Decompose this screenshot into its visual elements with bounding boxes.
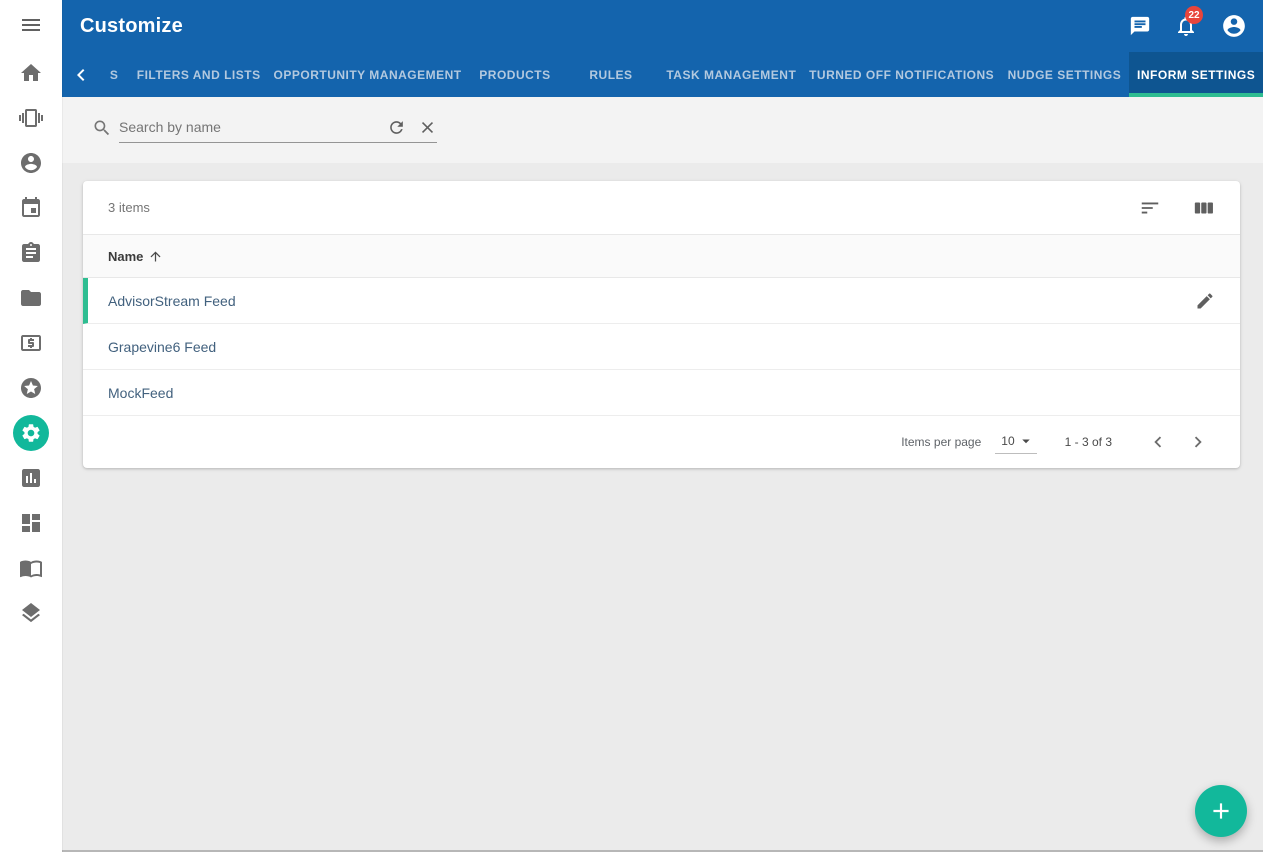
table-header-row: Name (83, 234, 1240, 278)
sidebar-item-library[interactable] (0, 545, 62, 590)
vibration-icon (19, 106, 43, 130)
folder-icon (19, 286, 43, 310)
sidebar-item-tasks[interactable] (0, 230, 62, 275)
search-input[interactable] (119, 119, 375, 135)
items-count: 3 items (108, 200, 150, 215)
items-per-page-label: Items per page (901, 435, 981, 449)
tab-task-management[interactable]: TASK MANAGEMENT (659, 52, 804, 97)
tab-s[interactable]: S (99, 52, 129, 97)
feeds-card: 3 items Name AdvisorStream Feed Grapevin… (83, 181, 1240, 468)
clipboard-icon (19, 241, 43, 265)
table-row[interactable]: AdvisorStream Feed (83, 278, 1240, 324)
dashboard-icon (19, 511, 43, 535)
account-icon (1221, 13, 1247, 39)
table-row[interactable]: Grapevine6 Feed (83, 324, 1240, 370)
paginator: Items per page 10 1 - 3 of 3 (83, 416, 1240, 468)
book-icon (19, 556, 43, 580)
notification-badge: 22 (1185, 6, 1203, 24)
card-toolbar: 3 items (83, 181, 1240, 234)
sidebar-item-home[interactable] (0, 50, 62, 95)
sidebar-item-settings[interactable] (0, 410, 62, 455)
home-icon (19, 61, 43, 85)
tab-inform-settings[interactable]: INFORM SETTINGS (1129, 52, 1263, 97)
column-header-name[interactable]: Name (108, 249, 143, 264)
previous-page-button[interactable] (1138, 431, 1178, 453)
stars-icon (19, 376, 43, 400)
search-panel (62, 97, 1263, 163)
range-label: 1 - 3 of 3 (1065, 435, 1112, 449)
next-page-button[interactable] (1178, 431, 1218, 453)
row-name[interactable]: AdvisorStream Feed (108, 293, 236, 309)
sidebar-item-contacts[interactable] (0, 140, 62, 185)
layers-icon (19, 601, 43, 625)
sort-icon[interactable] (1139, 197, 1161, 219)
sidebar-item-dashboard[interactable] (0, 500, 62, 545)
sidebar-item-layers[interactable] (0, 590, 62, 635)
sidebar-item-favorites[interactable] (0, 365, 62, 410)
tab-opportunity-management[interactable]: OPPORTUNITY MANAGEMENT (268, 52, 467, 97)
page-size-value: 10 (1001, 434, 1014, 448)
row-name[interactable]: MockFeed (108, 385, 173, 401)
chevron-left-icon (69, 63, 93, 87)
row-name[interactable]: Grapevine6 Feed (108, 339, 216, 355)
app-bar: Customize 22 S FILTERS AND LISTS OPPOR (62, 0, 1263, 97)
sidebar-item-analytics[interactable] (0, 455, 62, 500)
chevron-down-icon (1017, 432, 1035, 450)
page-size-select[interactable]: 10 (995, 430, 1036, 454)
tab-products[interactable]: PRODUCTS (467, 52, 563, 97)
main-area: Customize 22 S FILTERS AND LISTS OPPOR (62, 0, 1263, 852)
person-icon (19, 151, 43, 175)
columns-icon[interactable] (1193, 197, 1215, 219)
tabs-scroll-back-button[interactable] (62, 52, 99, 97)
edit-icon[interactable] (1195, 291, 1215, 311)
tab-bar: S FILTERS AND LISTS OPPORTUNITY MANAGEME… (62, 52, 1263, 97)
add-feed-fab[interactable] (1195, 785, 1247, 837)
sidebar-item-files[interactable] (0, 275, 62, 320)
account-button[interactable] (1221, 13, 1247, 39)
tab-filters-and-lists[interactable]: FILTERS AND LISTS (129, 52, 268, 97)
add-icon (1208, 798, 1234, 824)
sort-ascending-icon[interactable] (148, 249, 163, 264)
tab-rules[interactable]: RULES (563, 52, 659, 97)
settings-icon (13, 415, 49, 451)
menu-button[interactable] (0, 0, 62, 50)
page-title: Customize (80, 15, 183, 38)
chat-icon (1129, 15, 1151, 37)
sidebar-item-billing[interactable] (0, 320, 62, 365)
tab-turned-off-notifications[interactable]: TURNED OFF NOTIFICATIONS (804, 52, 1000, 97)
sidebar-item-calendar[interactable] (0, 185, 62, 230)
content-area: 3 items Name AdvisorStream Feed Grapevin… (62, 97, 1263, 852)
notifications-button[interactable]: 22 (1174, 14, 1198, 38)
search-icon (92, 118, 112, 138)
clear-icon[interactable] (418, 118, 437, 137)
chat-button[interactable] (1129, 15, 1151, 37)
money-icon (19, 331, 43, 355)
sidebar-item-engagement[interactable] (0, 95, 62, 140)
sidebar (0, 0, 62, 852)
bar-chart-icon (19, 466, 43, 490)
table-row[interactable]: MockFeed (83, 370, 1240, 416)
tab-nudge-settings[interactable]: NUDGE SETTINGS (1000, 52, 1130, 97)
calendar-icon (19, 196, 43, 220)
menu-icon (19, 13, 43, 37)
refresh-icon[interactable] (387, 118, 406, 137)
